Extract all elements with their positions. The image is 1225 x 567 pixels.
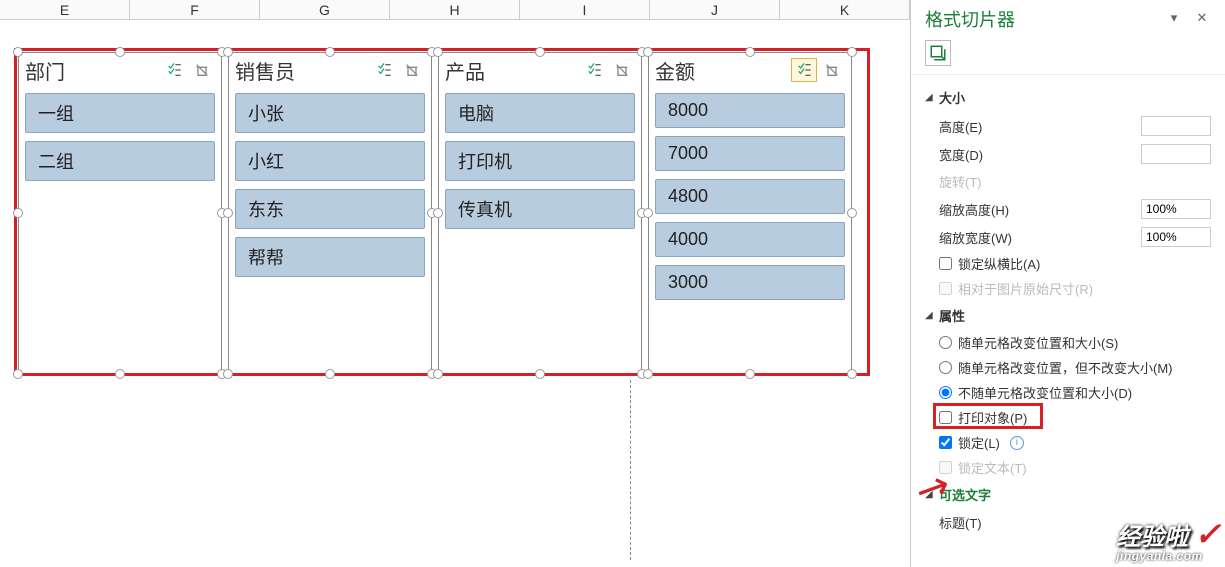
- slicer-item[interactable]: 小红: [235, 141, 425, 181]
- clear-filter-icon[interactable]: [399, 58, 425, 82]
- slicer-item[interactable]: 小张: [235, 93, 425, 133]
- scale-width-input[interactable]: [1141, 227, 1211, 247]
- slicer-item[interactable]: 帮帮: [235, 237, 425, 277]
- lock-checkbox[interactable]: [939, 436, 952, 449]
- collapse-icon: ◢: [925, 310, 935, 321]
- move-size-label: 随单元格改变位置和大小(S): [958, 333, 1118, 352]
- highlight-box-print: [933, 403, 1043, 429]
- size-properties-tab-icon[interactable]: [925, 40, 951, 66]
- column-header[interactable]: G: [260, 0, 390, 19]
- clear-filter-icon[interactable]: [609, 58, 635, 82]
- column-header[interactable]: J: [650, 0, 780, 19]
- width-input[interactable]: [1141, 144, 1211, 164]
- column-header[interactable]: E: [0, 0, 130, 19]
- clear-filter-icon[interactable]: [189, 58, 215, 82]
- rotate-label: 旋转(T): [939, 172, 1211, 191]
- section-alt-text[interactable]: ◢ 可选文字: [925, 480, 1211, 509]
- nomove-nosize-label: 不随单元格改变位置和大小(D): [958, 383, 1132, 402]
- height-input[interactable]: [1141, 116, 1211, 136]
- move-nosize-radio[interactable]: [939, 361, 952, 374]
- multiselect-icon[interactable]: [161, 58, 187, 82]
- panel-title: 格式切片器: [925, 6, 1155, 32]
- section-properties[interactable]: ◢ 属性: [925, 301, 1211, 330]
- slicer-title: 部门: [25, 56, 159, 85]
- resize-handle[interactable]: [745, 47, 755, 57]
- resize-handle[interactable]: [223, 208, 233, 218]
- resize-handle[interactable]: [325, 369, 335, 379]
- slicer-item[interactable]: 7000: [655, 136, 845, 171]
- resize-handle[interactable]: [535, 369, 545, 379]
- column-header[interactable]: H: [390, 0, 520, 19]
- panel-close-icon[interactable]: ✕: [1193, 10, 1211, 28]
- slicer-item[interactable]: 打印机: [445, 141, 635, 181]
- watermark: 经验啦✓ jingyanla.com: [1116, 515, 1221, 563]
- nomove-nosize-radio[interactable]: [939, 386, 952, 399]
- slicer-item[interactable]: 一组: [25, 93, 215, 133]
- column-header[interactable]: F: [130, 0, 260, 19]
- lock-ratio-checkbox[interactable]: [939, 257, 952, 270]
- page-break-line: [630, 380, 631, 560]
- format-slicer-panel: 格式切片器 ▾ ✕ ◢ 大小 高度(E) 宽度(D) 旋转(T) 缩放高度(H)…: [910, 0, 1225, 567]
- relative-orig-checkbox: [939, 282, 952, 295]
- resize-handle[interactable]: [433, 208, 443, 218]
- multiselect-icon[interactable]: [371, 58, 397, 82]
- resize-handle[interactable]: [13, 47, 23, 57]
- multiselect-icon[interactable]: [791, 58, 817, 82]
- slicer-item[interactable]: 8000: [655, 93, 845, 128]
- panel-dropdown-icon[interactable]: ▾: [1165, 10, 1183, 28]
- resize-handle[interactable]: [13, 208, 23, 218]
- column-header[interactable]: I: [520, 0, 650, 19]
- collapse-icon: ◢: [925, 489, 935, 500]
- lock-text-checkbox: [939, 461, 952, 474]
- resize-handle[interactable]: [433, 369, 443, 379]
- resize-handle[interactable]: [745, 369, 755, 379]
- slicer-产品[interactable]: 产品电脑打印机传真机: [438, 52, 642, 374]
- scale-height-label: 缩放高度(H): [939, 200, 1141, 219]
- resize-handle[interactable]: [115, 47, 125, 57]
- move-nosize-label: 随单元格改变位置，但不改变大小(M): [958, 358, 1173, 377]
- resize-handle[interactable]: [535, 47, 545, 57]
- width-label: 宽度(D): [939, 145, 1141, 164]
- slicer-item[interactable]: 传真机: [445, 189, 635, 229]
- slicer-title: 产品: [445, 56, 579, 85]
- slicer-销售员[interactable]: 销售员小张小红东东帮帮: [228, 52, 432, 374]
- resize-handle[interactable]: [643, 369, 653, 379]
- multiselect-icon[interactable]: [581, 58, 607, 82]
- resize-handle[interactable]: [223, 369, 233, 379]
- slicer-title: 销售员: [235, 56, 369, 85]
- column-header[interactable]: K: [780, 0, 910, 19]
- collapse-icon: ◢: [925, 92, 935, 103]
- scale-height-input[interactable]: [1141, 199, 1211, 219]
- resize-handle[interactable]: [643, 47, 653, 57]
- clear-filter-icon[interactable]: [819, 58, 845, 82]
- resize-handle[interactable]: [325, 47, 335, 57]
- height-label: 高度(E): [939, 117, 1141, 136]
- slicer-item[interactable]: 东东: [235, 189, 425, 229]
- slicer-金额[interactable]: 金额 8000 7000 4800 4000 3000: [648, 52, 852, 374]
- slicer-item[interactable]: 3000: [655, 265, 845, 300]
- section-size[interactable]: ◢ 大小: [925, 83, 1211, 112]
- lock-ratio-label: 锁定纵横比(A): [958, 254, 1040, 273]
- resize-handle[interactable]: [643, 208, 653, 218]
- slicer-部门[interactable]: 部门一组二组: [18, 52, 222, 374]
- lock-text-label: 锁定文本(T): [958, 458, 1027, 477]
- resize-handle[interactable]: [223, 47, 233, 57]
- scale-width-label: 缩放宽度(W): [939, 228, 1141, 247]
- slicer-item[interactable]: 电脑: [445, 93, 635, 133]
- slicer-item[interactable]: 4800: [655, 179, 845, 214]
- resize-handle[interactable]: [433, 47, 443, 57]
- resize-handle[interactable]: [847, 208, 857, 218]
- resize-handle[interactable]: [115, 369, 125, 379]
- slicer-item[interactable]: 4000: [655, 222, 845, 257]
- move-size-radio[interactable]: [939, 336, 952, 349]
- relative-orig-label: 相对于图片原始尺寸(R): [958, 279, 1093, 298]
- lock-label: 锁定(L): [958, 433, 1000, 452]
- resize-handle[interactable]: [847, 369, 857, 379]
- resize-handle[interactable]: [847, 47, 857, 57]
- slicer-item[interactable]: 二组: [25, 141, 215, 181]
- resize-handle[interactable]: [13, 369, 23, 379]
- info-icon[interactable]: i: [1010, 436, 1024, 450]
- slicer-title: 金额: [655, 56, 789, 85]
